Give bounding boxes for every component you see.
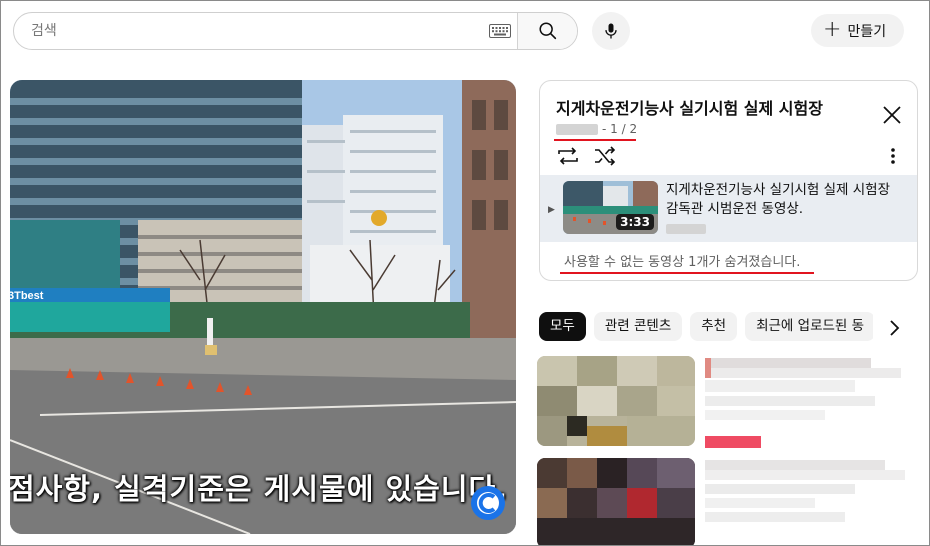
chip-recently-uploaded[interactable]: 최근에 업로드된 동 xyxy=(745,312,873,341)
playlist-item-title: 지게차운전기능사 실기시험 실제 시험장 감독관 시범운전 동영상. xyxy=(666,182,891,217)
pixelated-thumbnail-image xyxy=(537,458,695,546)
playlist-meta: - 1 / 2 xyxy=(556,122,637,136)
recommended-video-text-redacted xyxy=(705,460,915,544)
recommended-video[interactable] xyxy=(537,356,917,448)
keyboard-icon[interactable] xyxy=(489,24,511,38)
voice-search-button[interactable] xyxy=(592,12,630,50)
chip-related[interactable]: 관련 콘텐츠 xyxy=(593,312,683,341)
search-icon xyxy=(538,22,556,40)
recommended-video-thumbnail xyxy=(537,458,695,546)
playlist-item-channel-redacted xyxy=(666,224,706,234)
pixelated-thumbnail-image xyxy=(537,356,695,446)
now-playing-icon: ▶ xyxy=(548,205,555,215)
create-button[interactable]: + 만들기 xyxy=(811,14,904,47)
video-caption: 점사항, 실격기준은 게시물에 있습니다. xyxy=(10,472,509,506)
chip-recommended[interactable]: 추천 xyxy=(690,312,738,341)
close-icon[interactable] xyxy=(880,103,904,127)
more-vert-icon[interactable] xyxy=(886,145,900,167)
annotation-underline xyxy=(554,139,636,141)
mic-icon xyxy=(605,23,617,39)
sign-text: 3Tbest xyxy=(10,290,44,302)
playlist-title[interactable]: 지게차운전기능사 실기시험 실제 시험장 xyxy=(556,95,823,119)
chevron-right-icon[interactable] xyxy=(883,317,905,339)
loop-icon[interactable] xyxy=(556,145,580,167)
playlist-owner-redacted[interactable] xyxy=(556,123,598,135)
plus-icon: + xyxy=(823,16,842,42)
search-button[interactable] xyxy=(517,13,577,49)
filter-chips: 모두 관련 콘텐츠 추천 최근에 업로드된 동 xyxy=(539,312,873,342)
playlist-panel: 지게차운전기능사 실기시험 실제 시험장 - 1 / 2 ▶ 3:33 지게차운… xyxy=(539,80,918,281)
chip-all[interactable]: 모두 xyxy=(539,312,586,341)
recommended-video[interactable] xyxy=(537,458,917,546)
playlist-item-thumbnail: 3:33 xyxy=(563,181,658,234)
annotation-underline xyxy=(560,272,814,274)
recommended-video-thumbnail xyxy=(537,356,695,446)
pixelated-text-image xyxy=(705,358,901,448)
create-label: 만들기 xyxy=(847,23,887,40)
search-input[interactable] xyxy=(15,14,515,48)
video-duration: 3:33 xyxy=(616,214,654,230)
video-player[interactable]: 3Tbest 점사항, 실격기준은 게시물에 있습니다. xyxy=(10,80,516,534)
pixelated-text-image xyxy=(705,460,905,522)
playlist-position: - 1 / 2 xyxy=(602,122,638,136)
hidden-videos-note: 사용할 수 없는 동영상 1개가 숨겨졌습니다. xyxy=(564,255,801,270)
search-box xyxy=(13,12,578,50)
channel-watermark-icon[interactable] xyxy=(470,485,506,521)
shuffle-icon[interactable] xyxy=(593,145,617,167)
playlist-item-current[interactable]: ▶ 3:33 지게차운전기능사 실기시험 실제 시험장 감독관 시범운전 동영상… xyxy=(540,175,917,242)
recommended-video-text-redacted xyxy=(705,358,915,452)
